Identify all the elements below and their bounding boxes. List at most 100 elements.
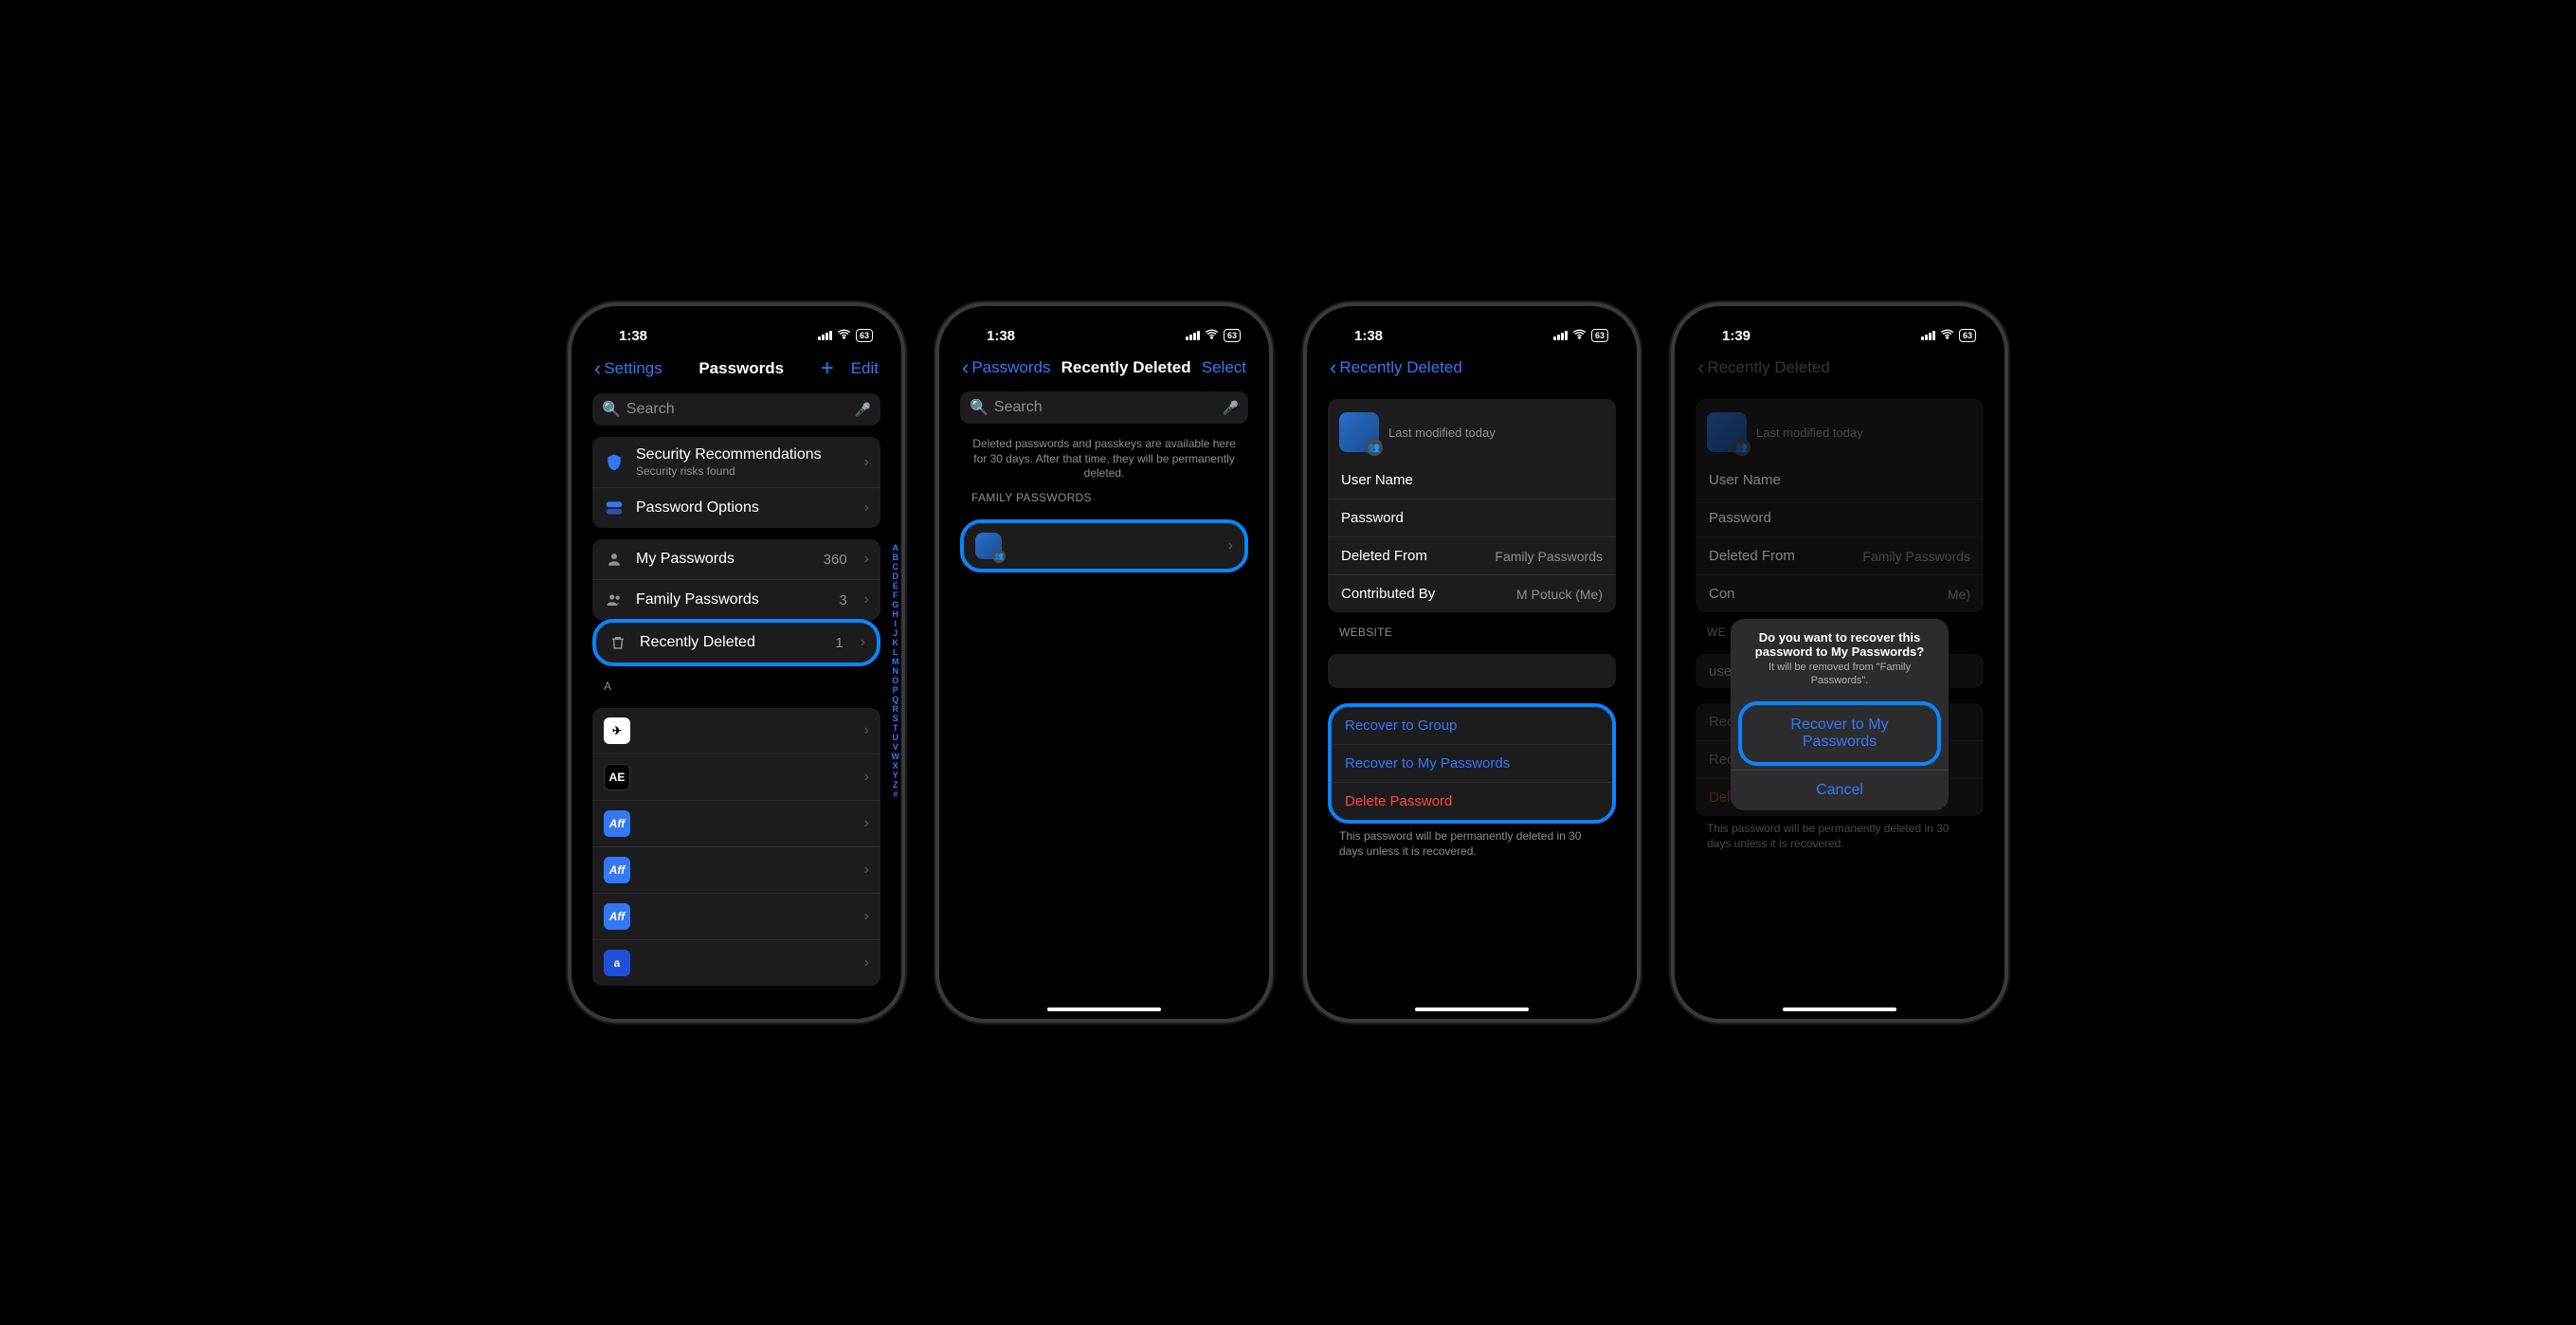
username-row: User Name [1696,462,1984,499]
toggle-icon [604,498,625,518]
website-row[interactable] [1328,654,1616,688]
sheet-title: Do you want to recover this password to … [1731,619,1949,661]
chevron-right-icon: › [864,591,869,608]
chevron-left-icon: ‹ [1697,355,1704,380]
search-input[interactable]: 🔍 Search 🎤 [592,393,880,426]
dynamic-island [1052,319,1156,350]
battery-icon: 63 [1591,329,1608,342]
back-button[interactable]: ‹Recently Deleted [1330,355,1462,380]
security-recommendations[interactable]: Security Recommendations Security risks … [592,437,880,488]
app-icon: a [604,950,630,976]
list-item[interactable]: Aff› [592,847,880,894]
section-header: FAMILY PASSWORDS [951,485,1258,508]
chevron-left-icon: ‹ [1330,355,1336,380]
chevron-right-icon: › [864,454,869,471]
dynamic-island [684,319,789,350]
back-button[interactable]: ‹Passwords [962,355,1050,380]
add-button[interactable]: + [821,355,834,382]
time: 1:39 [1722,328,1751,344]
password-row[interactable]: Password [1328,499,1616,537]
cellular-icon [1553,331,1568,340]
recover-to-my-passwords-button[interactable]: Recover to My Passwords [1332,745,1612,783]
phone-1: 1:38 63 ‹Settings Passwords + Edit 🔍 Sea… [568,302,905,1023]
deleted-from-row: Deleted FromFamily Passwords [1696,537,1984,575]
shared-badge-icon: 👥 [1733,439,1751,456]
nav-bar: ‹Recently Deleted [1686,348,1993,388]
home-indicator[interactable] [1415,1007,1529,1011]
shared-badge-icon: 👥 [1366,439,1383,456]
app-icon: Aff [604,903,630,930]
battery-icon: 63 [1224,329,1241,342]
search-icon: 🔍 [602,400,621,419]
username-row[interactable]: User Name [1328,462,1616,499]
app-icon: 👥 [1339,412,1379,452]
password-options[interactable]: Password Options › [592,488,880,528]
person-icon [604,549,625,570]
app-icon: Aff [604,857,630,883]
chevron-left-icon: ‹ [962,355,969,380]
app-icon: 👥 [1707,412,1747,452]
deleted-item[interactable]: 👥 › [964,523,1244,569]
time: 1:38 [619,328,647,344]
select-button[interactable]: Select [1202,358,1246,377]
list-item[interactable]: a› [592,940,880,986]
nav-bar: ‹Settings Passwords + Edit [583,348,890,390]
list-item[interactable]: Aff› [592,801,880,847]
shield-icon [604,452,625,473]
search-input[interactable]: 🔍 Search 🎤 [960,391,1248,424]
contributed-by-row: Contributed ByM Potuck (Me) [1328,575,1616,612]
people-icon [604,590,625,610]
family-passwords[interactable]: Family Passwords 3 › [592,580,880,620]
footer-text: This password will be permanently delete… [1686,816,1993,857]
recover-button[interactable]: Recover to My Passwords [1738,701,1941,766]
wifi-icon [1205,327,1219,344]
mic-icon[interactable]: 🎤 [1223,400,1239,416]
home-indicator[interactable] [1783,1007,1896,1011]
contributed-by-row: ConMe) [1696,575,1984,612]
phone-2: 1:38 63 ‹Passwords Recently Deleted Sele… [935,302,1273,1023]
back-button[interactable]: ‹Settings [594,356,662,381]
dynamic-island [1787,319,1892,350]
battery-icon: 63 [856,329,873,342]
mic-icon[interactable]: 🎤 [855,402,871,418]
sheet-subtitle: It will be removed from "Family Password… [1731,661,1949,698]
phone-4: 1:39 63 ‹Recently Deleted 👥 Last modifie… [1671,302,2008,1023]
shared-badge-icon: 👥 [992,550,1006,563]
deleted-from-row: Deleted FromFamily Passwords [1328,537,1616,575]
dynamic-island [1420,319,1524,350]
app-icon: ✈︎ [604,717,630,744]
chevron-right-icon: › [861,634,865,651]
battery-icon: 63 [1959,329,1976,342]
my-passwords[interactable]: My Passwords 360 › [592,539,880,580]
nav-bar: ‹Passwords Recently Deleted Select [951,348,1258,388]
chevron-right-icon: › [1228,537,1233,554]
cellular-icon [1186,331,1200,340]
recently-deleted[interactable]: Recently Deleted 1 › [596,623,877,662]
cancel-button[interactable]: Cancel [1731,770,1949,810]
app-icon: AE [604,764,630,790]
list-item[interactable]: Aff› [592,894,880,940]
back-button: ‹Recently Deleted [1697,355,1830,380]
index-bar[interactable]: ABCDEFGHIJKLMNOPQRSTUVWXYZ# [892,543,900,799]
wifi-icon [1940,327,1954,344]
trash-icon [608,632,628,653]
home-indicator[interactable] [1047,1007,1161,1011]
chevron-left-icon: ‹ [594,356,601,381]
info-text: Deleted passwords and passkeys are avail… [951,427,1258,485]
last-modified: Last modified today [1756,426,1863,440]
cellular-icon [818,331,832,340]
nav-bar: ‹Recently Deleted [1318,348,1625,388]
phone-3: 1:38 63 ‹Recently Deleted 👥 Last modifie… [1303,302,1641,1023]
cellular-icon [1921,331,1935,340]
edit-button[interactable]: Edit [851,359,879,378]
wifi-icon [837,327,851,344]
chevron-right-icon: › [864,551,869,568]
time: 1:38 [1354,328,1383,344]
list-item[interactable]: AE› [592,754,880,801]
password-row: Password [1696,499,1984,537]
list-item[interactable]: ✈︎› [592,708,880,754]
recover-to-group-button[interactable]: Recover to Group [1332,707,1612,745]
page-title: Passwords [698,359,784,378]
section-header-a: A [583,666,890,697]
delete-password-button[interactable]: Delete Password [1332,783,1612,820]
